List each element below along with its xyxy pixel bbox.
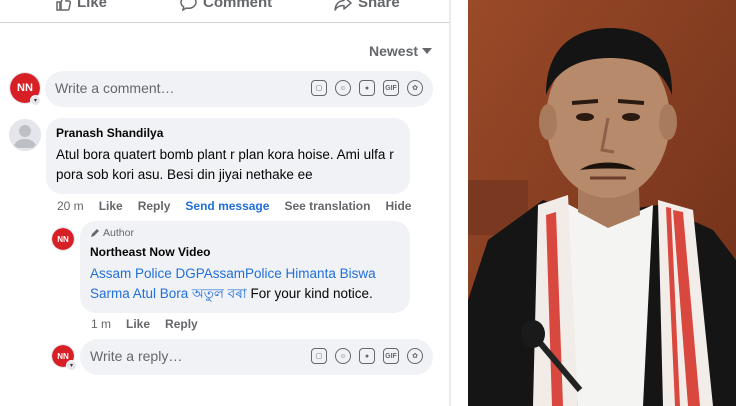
reply-author[interactable]: Northeast Now Video [90, 245, 210, 259]
comment-input-placeholder: Write a comment… [55, 80, 175, 96]
pencil-icon [91, 229, 99, 237]
portrait-photo [468, 0, 736, 406]
author-avatar[interactable]: NN [51, 227, 75, 251]
camera-icon[interactable]: ● [359, 80, 375, 96]
avatar-switch-icon[interactable]: ▾ [30, 95, 41, 106]
commenter-avatar[interactable] [9, 119, 41, 151]
sort-dropdown[interactable]: Newest [369, 43, 433, 59]
reply-bubble: Author Northeast Now Video Assam Police … [80, 221, 410, 313]
reply-like-button[interactable]: Like [126, 317, 150, 331]
reply-input[interactable]: Write a reply… ▢ ☺ ● GIF ✿ [80, 339, 433, 375]
share-action[interactable]: Share [334, 0, 400, 11]
see-translation-button[interactable]: See translation [284, 199, 370, 213]
send-message-button[interactable]: Send message [185, 199, 269, 213]
avatar-sticker-icon[interactable]: ✿ [407, 80, 423, 96]
reply-text-body: For your kind notice. [246, 286, 373, 301]
like-action[interactable]: Like [55, 0, 107, 11]
comment-action-label: Comment [203, 0, 273, 11]
comment-text: Atul bora quatert bomb plant r plan kora… [56, 147, 394, 182]
camera-icon[interactable]: ● [359, 348, 375, 364]
author-badge: Author [90, 227, 134, 239]
share-icon [334, 0, 352, 11]
gutter [451, 0, 468, 406]
like-icon [56, 0, 71, 11]
author-badge-label: Author [103, 227, 134, 239]
share-action-label: Share [358, 0, 400, 11]
sticker-icon[interactable]: ▢ [311, 80, 327, 96]
emoji-icon[interactable]: ☺ [335, 80, 351, 96]
reply-text: Assam Police DGPAssamPolice Himanta Bisw… [90, 264, 390, 304]
reply-time[interactable]: 1 m [91, 317, 111, 331]
avatar-switch-icon[interactable]: ▾ [66, 360, 77, 371]
avatar-sticker-icon[interactable]: ✿ [407, 348, 423, 364]
comment-author[interactable]: Pranash Shandilya [56, 126, 163, 140]
comment-like-button[interactable]: Like [99, 199, 123, 213]
sticker-icon[interactable]: ▢ [311, 348, 327, 364]
comment-reply-button[interactable]: Reply [138, 199, 171, 213]
comment-tools: ▢ ☺ ● GIF ✿ [311, 80, 423, 96]
comment-time[interactable]: 20 m [57, 199, 84, 213]
reply-input-placeholder: Write a reply… [90, 348, 183, 364]
comment-action[interactable]: Comment [180, 0, 272, 11]
hide-button[interactable]: Hide [385, 199, 411, 213]
post-action-bar: Like Comment Share [0, 0, 449, 23]
emoji-icon[interactable]: ☺ [335, 348, 351, 364]
comment-bubble: Pranash Shandilya Atul bora quatert bomb… [46, 118, 410, 194]
comment-meta: 20 m Like Reply Send message See transla… [57, 199, 411, 213]
like-action-label: Like [77, 0, 108, 11]
facebook-comments-panel: Like Comment Share Newest NN ▾ Write a c… [0, 0, 449, 390]
comment-input[interactable]: Write a comment… ▢ ☺ ● GIF ✿ [45, 71, 433, 107]
reply-tools: ▢ ☺ ● GIF ✿ [311, 348, 423, 364]
reply-meta: 1 m Like Reply [91, 317, 198, 331]
northeast-now-logo: NN [52, 228, 74, 250]
gif-icon[interactable]: GIF [383, 348, 399, 364]
gif-icon[interactable]: GIF [383, 80, 399, 96]
comment-icon [180, 0, 197, 11]
portrait-illustration [468, 0, 736, 406]
reply-reply-button[interactable]: Reply [165, 317, 198, 331]
sort-label: Newest [369, 43, 419, 59]
caret-down-icon [422, 48, 433, 54]
default-user-icon [13, 125, 37, 148]
